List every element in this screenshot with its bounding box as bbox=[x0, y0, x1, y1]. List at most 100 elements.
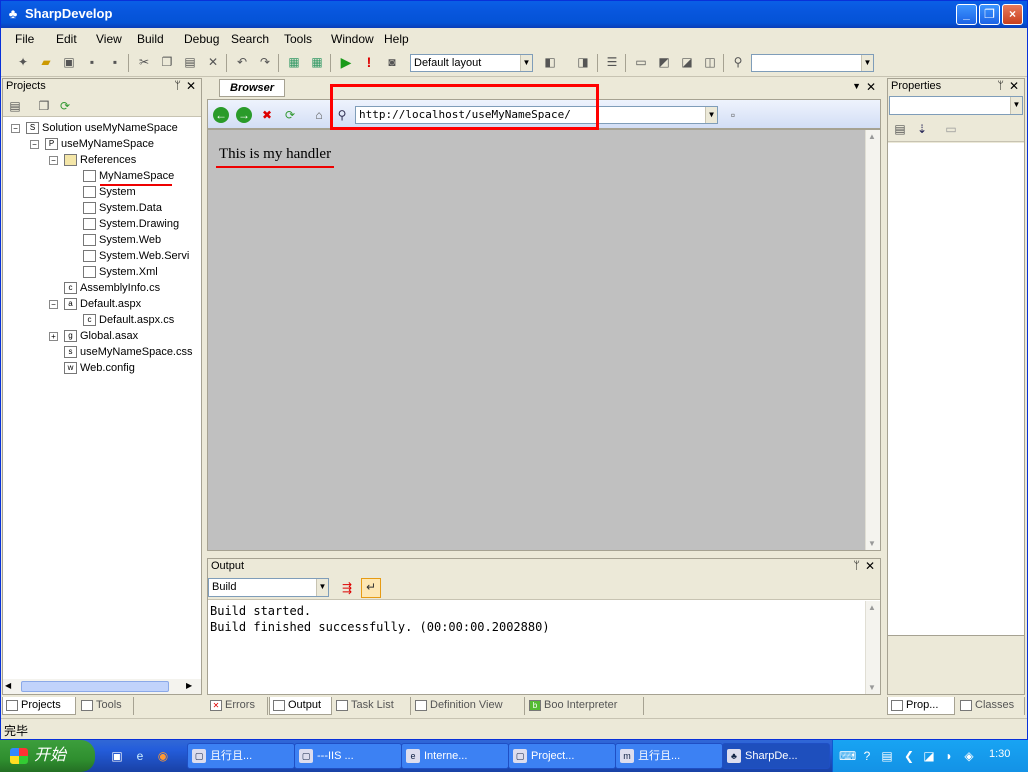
tree-item-project[interactable]: PuseMyNameSpace bbox=[45, 137, 154, 151]
prev-bookmark-icon[interactable]: ◪ bbox=[679, 54, 695, 70]
copy-icon[interactable]: ❐ bbox=[159, 54, 175, 70]
close-icon[interactable]: ✕ bbox=[186, 79, 196, 94]
collapse-icon[interactable]: − bbox=[11, 124, 20, 133]
tab-projects[interactable]: Projects bbox=[2, 697, 76, 715]
new-file-icon[interactable]: ✦ bbox=[15, 54, 31, 70]
tab-definition-view[interactable]: Definition View bbox=[412, 697, 525, 715]
layout-select[interactable]: Default layout ▼ bbox=[410, 54, 533, 72]
tree-item-reference[interactable]: System.Web bbox=[83, 233, 161, 247]
pin-icon[interactable]: ᛘ bbox=[174, 79, 181, 94]
tree-item-reference[interactable]: MyNameSpace bbox=[83, 169, 174, 183]
properties-icon[interactable]: ▤ bbox=[7, 98, 23, 114]
tab-browser[interactable]: Browser bbox=[219, 79, 285, 97]
maximize-button[interactable]: ❐ bbox=[979, 4, 1000, 25]
word-wrap-icon[interactable]: ↵ bbox=[361, 578, 381, 598]
tree-item-references[interactable]: References bbox=[64, 153, 136, 167]
close-icon[interactable]: ✕ bbox=[865, 559, 875, 574]
task-button[interactable]: e Interne... bbox=[401, 743, 509, 769]
minimize-button[interactable]: _ bbox=[956, 4, 977, 25]
find-icon[interactable]: ⚲ bbox=[730, 54, 746, 70]
tree-item-solution[interactable]: S Solution useMyNameSpace bbox=[26, 121, 178, 135]
tab-output[interactable]: Output bbox=[269, 697, 332, 715]
navigate-back-icon[interactable]: ◧ bbox=[542, 54, 558, 70]
close-button[interactable]: × bbox=[1002, 4, 1023, 25]
task-button[interactable]: ▢ ---IIS ... bbox=[294, 743, 402, 769]
menu-debug[interactable]: Debug bbox=[184, 32, 219, 46]
stop-icon[interactable]: ✖ bbox=[259, 107, 275, 123]
property-pages-icon[interactable]: ▭ bbox=[943, 121, 959, 137]
stop-icon[interactable]: ◙ bbox=[384, 54, 400, 70]
collapse-icon[interactable]: − bbox=[49, 300, 58, 309]
language-icon[interactable]: ▤ bbox=[879, 748, 895, 764]
bookmark-icon[interactable]: ◩ bbox=[656, 54, 672, 70]
scroll-left-icon[interactable]: ◀ bbox=[5, 681, 17, 692]
pin-icon[interactable]: ᛘ bbox=[997, 79, 1004, 94]
vertical-scrollbar[interactable]: ▲ ▼ bbox=[865, 601, 880, 694]
scroll-down-icon[interactable]: ▼ bbox=[868, 539, 876, 548]
scroll-right-icon[interactable]: ▶ bbox=[186, 681, 198, 692]
menu-file[interactable]: File bbox=[15, 32, 34, 46]
tree-item-reference[interactable]: System bbox=[83, 185, 136, 199]
delete-icon[interactable]: ✕ bbox=[205, 54, 221, 70]
open-folder-icon[interactable]: ▰ bbox=[38, 54, 54, 70]
menu-search[interactable]: Search bbox=[231, 32, 269, 46]
security-icon[interactable]: ◈ bbox=[961, 748, 977, 764]
firefox-icon[interactable]: ◉ bbox=[155, 748, 171, 764]
tree-item-reference[interactable]: System.Data bbox=[83, 201, 162, 215]
scrollbar-thumb[interactable] bbox=[21, 681, 169, 692]
show-all-files-icon[interactable]: ❐ bbox=[36, 98, 52, 114]
pin-icon[interactable]: ᛘ bbox=[853, 559, 860, 574]
tab-tools[interactable]: Tools bbox=[78, 697, 134, 715]
tab-task-list[interactable]: Task List bbox=[333, 697, 411, 715]
menu-view[interactable]: View bbox=[96, 32, 122, 46]
help-icon[interactable]: ? bbox=[859, 748, 875, 764]
chevron-down-icon[interactable]: ▼ bbox=[705, 107, 717, 123]
network-icon[interactable]: ◪ bbox=[921, 748, 937, 764]
vertical-scrollbar[interactable]: ▲ ▼ bbox=[865, 130, 880, 550]
tree-item-file[interactable]: w Web.config bbox=[64, 361, 135, 375]
open-external-icon[interactable]: ▫ bbox=[725, 107, 741, 123]
run-without-debug-icon[interactable]: ! bbox=[361, 54, 377, 70]
open-project-icon[interactable]: ▣ bbox=[61, 54, 77, 70]
volume-icon[interactable]: ◗ bbox=[941, 748, 957, 764]
paste-icon[interactable]: ▤ bbox=[182, 54, 198, 70]
scroll-up-icon[interactable]: ▲ bbox=[868, 603, 876, 612]
tab-properties[interactable]: Prop... bbox=[887, 697, 955, 715]
keyboard-icon[interactable]: ⌨ bbox=[839, 748, 856, 764]
start-button[interactable]: 开始 bbox=[0, 740, 95, 772]
build-icon[interactable]: ▦ bbox=[286, 54, 302, 70]
tab-boo-interpreter[interactable]: b Boo Interpreter bbox=[526, 697, 644, 715]
tree-item-file[interactable]: c Default.aspx.cs bbox=[83, 313, 174, 327]
forward-icon[interactable]: → bbox=[236, 107, 252, 123]
title-bar[interactable]: ♣ SharpDevelop _ ❐ × bbox=[1, 1, 1027, 28]
menu-help[interactable]: Help bbox=[384, 32, 409, 46]
next-bookmark-icon[interactable]: ◫ bbox=[702, 54, 718, 70]
tab-classes[interactable]: Classes bbox=[957, 697, 1025, 715]
rebuild-icon[interactable]: ▦ bbox=[309, 54, 325, 70]
task-button[interactable]: ▢ Project... bbox=[508, 743, 616, 769]
expand-icon[interactable]: + bbox=[49, 332, 58, 341]
tree-item-reference[interactable]: System.Drawing bbox=[83, 217, 179, 231]
save-all-icon[interactable]: ▪ bbox=[107, 54, 123, 70]
list-icon[interactable]: ☰ bbox=[604, 54, 620, 70]
task-button-active[interactable]: ♣ SharpDe... bbox=[722, 743, 830, 769]
run-icon[interactable]: ▶ bbox=[338, 54, 354, 70]
tree-item-file[interactable]: s useMyNameSpace.css bbox=[64, 345, 193, 359]
horizontal-scrollbar[interactable]: ◀ ▶ bbox=[3, 679, 201, 694]
find-combo[interactable]: ▼ bbox=[751, 54, 874, 72]
menu-build[interactable]: Build bbox=[137, 32, 164, 46]
tree-item-reference[interactable]: System.Web.Servi bbox=[83, 249, 189, 263]
clear-output-icon[interactable]: ⇶ bbox=[339, 580, 355, 596]
object-select[interactable]: ▼ bbox=[889, 96, 1023, 115]
save-icon[interactable]: ▪ bbox=[84, 54, 100, 70]
cut-icon[interactable]: ✂ bbox=[136, 54, 152, 70]
tree-item-file[interactable]: g Global.asax bbox=[64, 329, 138, 343]
refresh-icon[interactable]: ⟳ bbox=[57, 98, 73, 114]
categorized-icon[interactable]: ▤ bbox=[892, 121, 908, 137]
tree-item-file[interactable]: c AssemblyInfo.cs bbox=[64, 281, 160, 295]
back-icon[interactable]: ← bbox=[213, 107, 229, 123]
task-button[interactable]: ▢ 且行且... bbox=[187, 743, 295, 769]
property-grid[interactable] bbox=[888, 143, 1024, 636]
close-icon[interactable]: ✕ bbox=[866, 80, 876, 94]
refresh-icon[interactable]: ⟳ bbox=[282, 107, 298, 123]
